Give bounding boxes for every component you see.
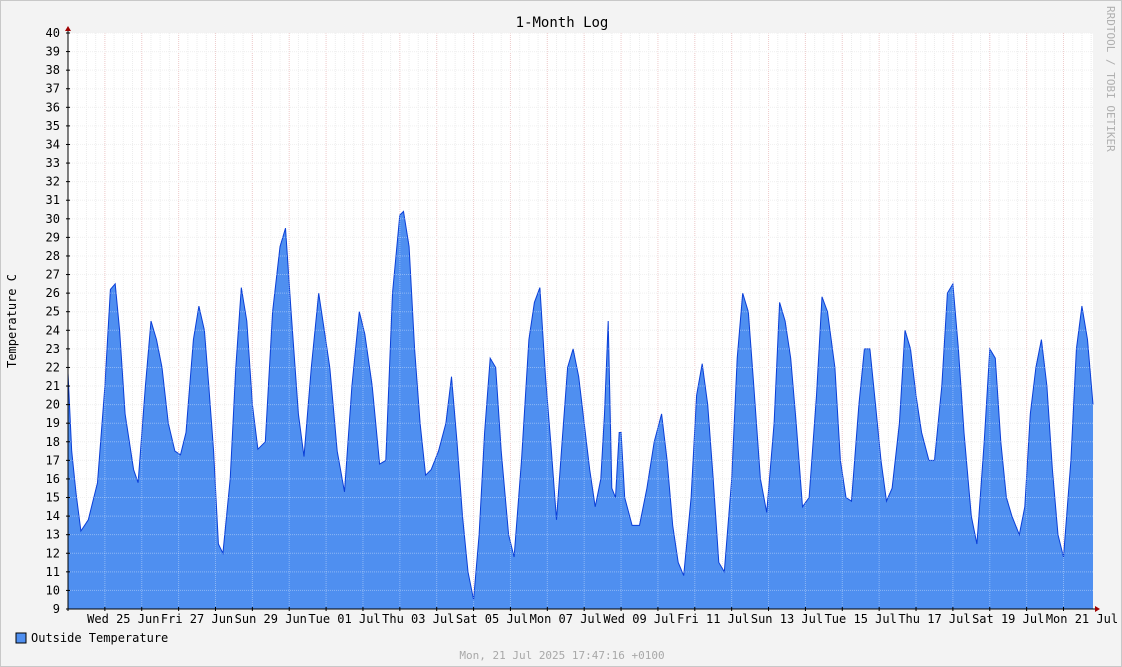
y-tick-label: 37 xyxy=(46,82,60,96)
y-tick-label: 23 xyxy=(46,342,60,356)
y-tick-label: 27 xyxy=(46,268,60,282)
y-tick-label: 12 xyxy=(46,546,60,560)
y-tick-label: 16 xyxy=(46,472,60,486)
y-axis-arrow xyxy=(65,26,71,31)
y-tick-label: 26 xyxy=(46,286,60,300)
y-tick-label: 29 xyxy=(46,230,60,244)
x-tick-label: Mon 21 Jul xyxy=(1046,612,1118,626)
y-tick-label: 33 xyxy=(46,156,60,170)
y-tick-label: 30 xyxy=(46,212,60,226)
y-tick-label: 40 xyxy=(46,26,60,40)
x-tick-label: Thu 17 Jul xyxy=(898,612,970,626)
y-tick-label: 38 xyxy=(46,63,60,77)
y-tick-label: 28 xyxy=(46,249,60,263)
x-tick-label: Sat 19 Jul xyxy=(972,612,1044,626)
x-tick-label: Sun 29 Jun xyxy=(235,612,307,626)
x-tick-label: Tue 01 Jul xyxy=(308,612,380,626)
y-tick-label: 13 xyxy=(46,528,60,542)
x-tick-label: Wed 09 Jul xyxy=(603,612,675,626)
chart-title: 1-Month Log xyxy=(516,15,609,31)
x-tick-label: Mon 07 Jul xyxy=(530,612,602,626)
y-tick-label: 20 xyxy=(46,398,60,412)
y-tick-label: 14 xyxy=(46,509,60,523)
y-tick-label: 35 xyxy=(46,119,60,133)
y-tick-label: 19 xyxy=(46,416,60,430)
y-tick-label: 25 xyxy=(46,305,60,319)
y-tick-label: 21 xyxy=(46,379,60,393)
x-tick-label: Fri 27 Jun xyxy=(161,612,233,626)
y-tick-label: 10 xyxy=(46,583,60,597)
y-tick-label: 17 xyxy=(46,453,60,467)
x-tick-label: Wed 25 Jun xyxy=(87,612,159,626)
y-tick-label: 15 xyxy=(46,491,60,505)
chart-frame: 1-Month Log RRDTOOL / TOBI OETIKER 9 10 11… xyxy=(0,0,1122,667)
y-axis-label: Temperature C xyxy=(5,274,19,368)
y-tick-label: 39 xyxy=(46,45,60,59)
timestamp: Mon, 21 Jul 2025 17:47:16 +0100 xyxy=(459,649,664,662)
y-tick-label: 34 xyxy=(46,137,60,151)
y-tick-label: 36 xyxy=(46,100,60,114)
y-tick-label: 11 xyxy=(46,565,60,579)
rrdtool-credit: RRDTOOL / TOBI OETIKER xyxy=(1104,6,1117,152)
y-tick-label: 24 xyxy=(46,323,60,337)
y-tick-label: 18 xyxy=(46,435,60,449)
x-tick-label: Tue 15 Jul xyxy=(825,612,897,626)
chart-svg: 1-Month Log RRDTOOL / TOBI OETIKER 9 10 11… xyxy=(5,6,1118,662)
y-tick-label: 9 xyxy=(53,602,60,616)
x-tick-label: Sat 05 Jul xyxy=(456,612,528,626)
y-tick-label: 32 xyxy=(46,175,60,189)
x-tick-label: Sun 13 Jul xyxy=(751,612,823,626)
legend-swatch xyxy=(15,632,27,644)
x-tick-labels: Wed 25 Jun Fri 27 Jun Sun 29 Jun Tue 01 Jul… xyxy=(87,612,1118,626)
x-tick-label: Thu 03 Jul xyxy=(382,612,454,626)
legend-label: Outside Temperature xyxy=(31,631,168,645)
y-tick-label: 22 xyxy=(46,360,60,374)
x-tick-label: Fri 11 Jul xyxy=(677,612,749,626)
y-tick-labels: 9 10 11 12 13 14 15 16 17 18 19 20 21 22 23 24 25 26 27 28 2… xyxy=(46,26,60,616)
y-tick-label: 31 xyxy=(46,193,60,207)
